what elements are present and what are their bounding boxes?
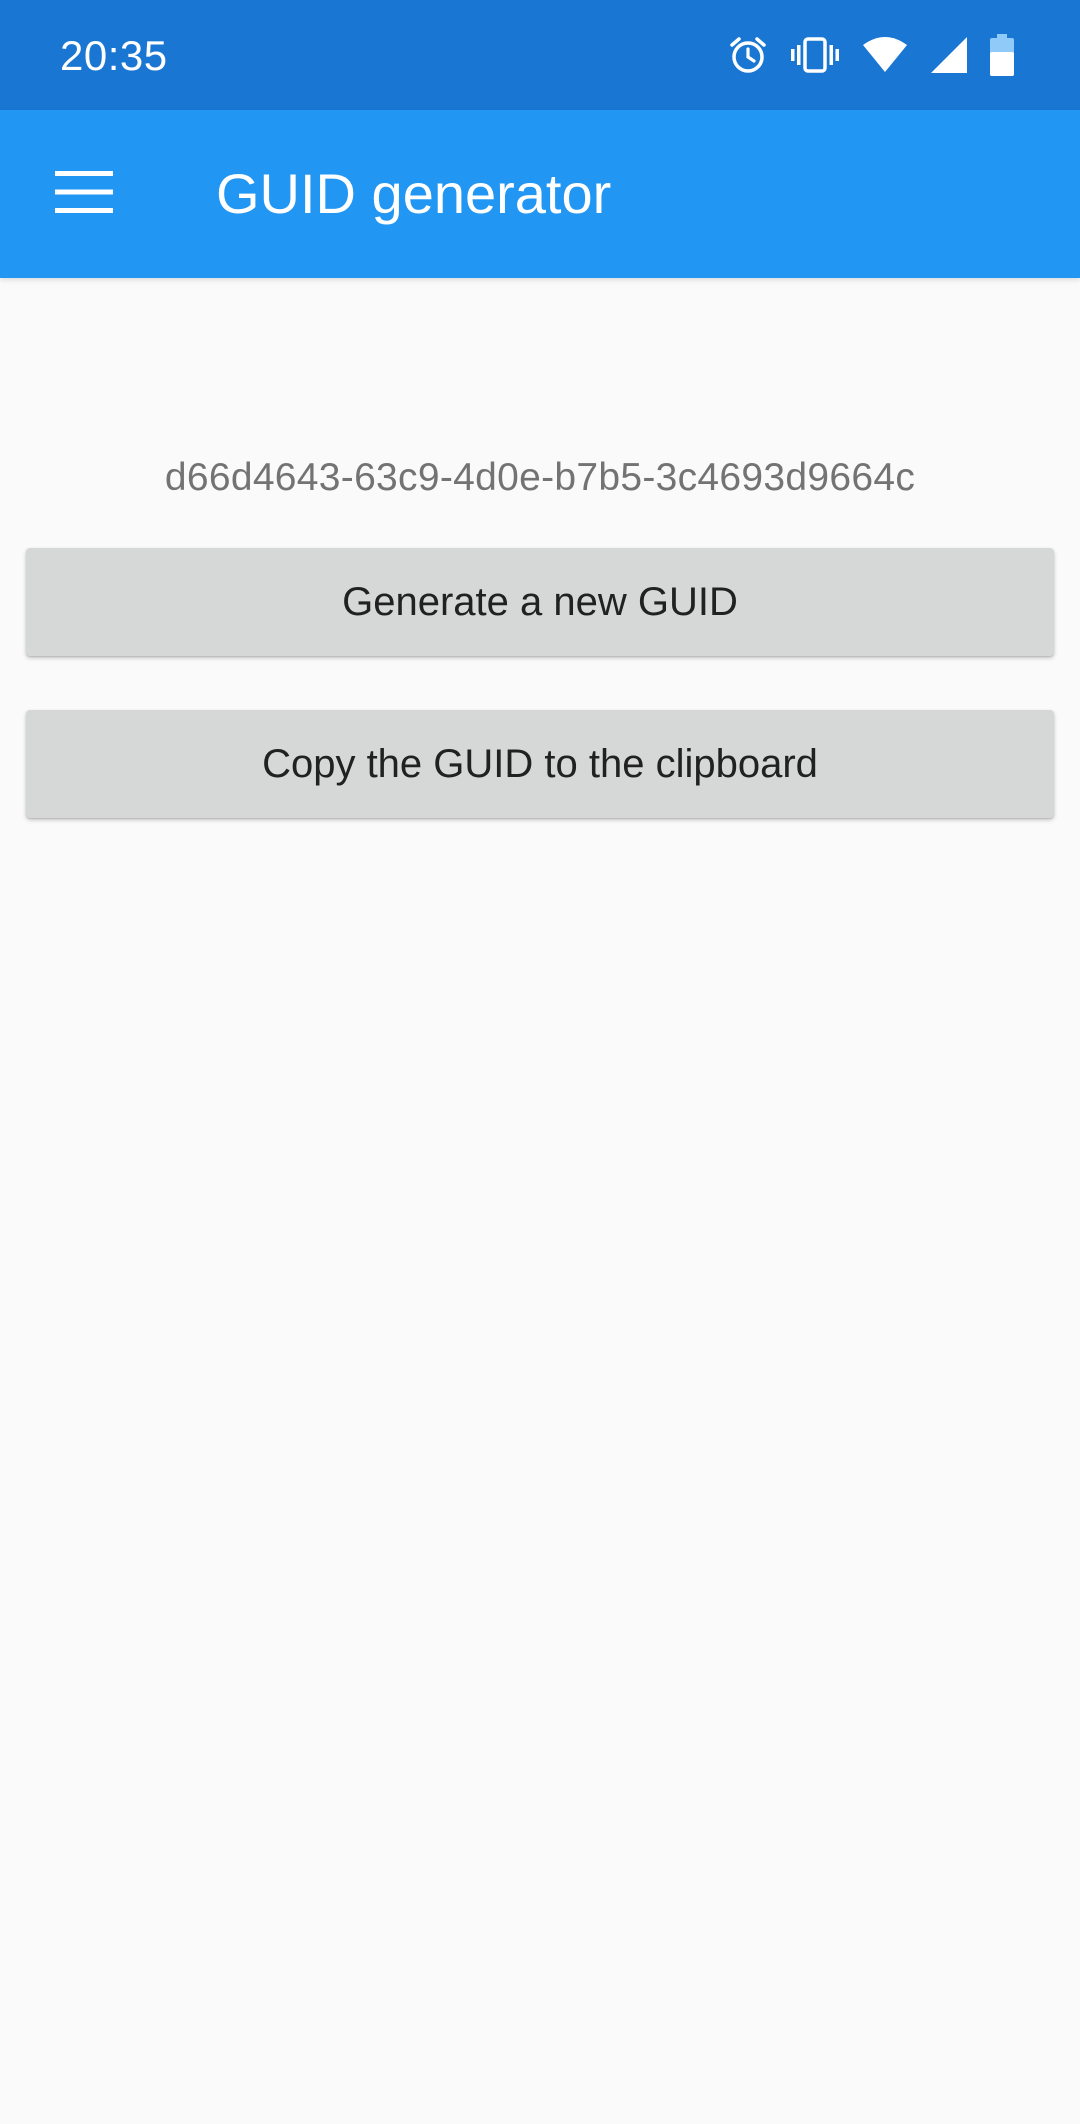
guid-value: d66d4643-63c9-4d0e-b7b5-3c4693d9664c (164, 456, 916, 499)
hamburger-menu-icon (55, 170, 113, 218)
app-bar: GUID generator (0, 110, 1080, 278)
status-bar: 20:35 (0, 0, 1080, 110)
copy-guid-button[interactable]: Copy the GUID to the clipboard (26, 710, 1054, 818)
alarm-icon (728, 35, 768, 75)
signal-icon (930, 36, 968, 74)
vibrate-icon (790, 35, 840, 75)
wifi-icon (862, 35, 908, 75)
generate-guid-button[interactable]: Generate a new GUID (26, 548, 1054, 656)
battery-icon (990, 34, 1014, 76)
app-title: GUID generator (216, 162, 612, 225)
status-icons (728, 0, 1014, 110)
status-time: 20:35 (60, 32, 168, 79)
menu-button[interactable] (36, 146, 132, 242)
